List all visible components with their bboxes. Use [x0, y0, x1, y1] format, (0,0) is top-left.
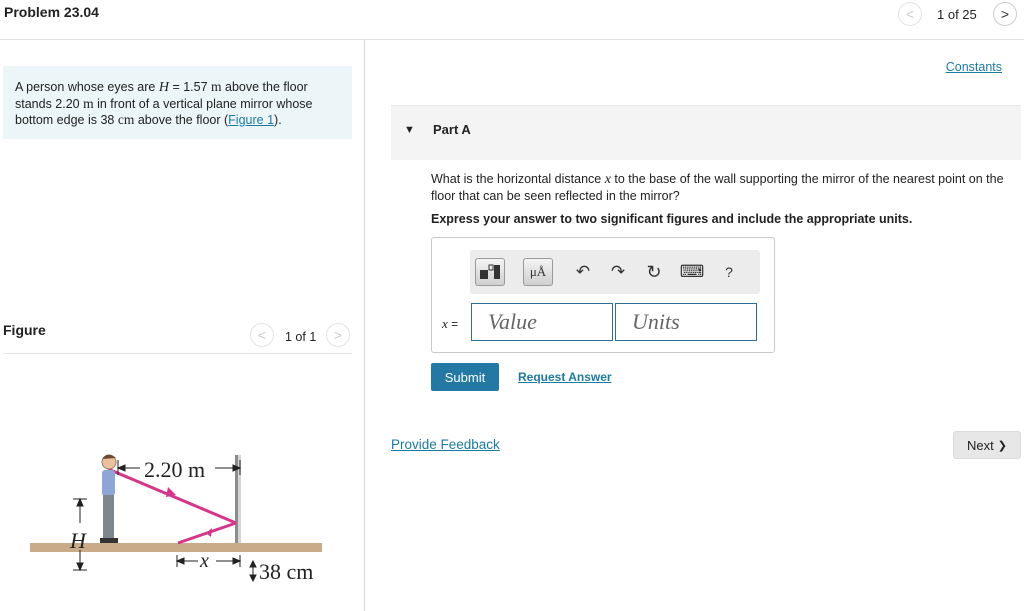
- intro-text-5: above the floor (: [134, 113, 229, 127]
- problem-title: Problem 23.04: [4, 4, 99, 20]
- chevron-right-icon: ❯: [997, 439, 1007, 452]
- template-icon: [480, 264, 500, 279]
- next-button[interactable]: Next ❯: [953, 431, 1021, 459]
- top-header: Problem 23.04 < 1 of 25 >: [0, 0, 1024, 40]
- help-icon[interactable]: ?: [718, 262, 740, 282]
- figure-next-button[interactable]: >: [326, 323, 350, 347]
- intro-unit-cm: cm: [117, 112, 135, 127]
- reset-icon[interactable]: ↻: [643, 262, 665, 282]
- next-label: Next: [967, 437, 994, 453]
- answer-eq: =: [451, 317, 459, 331]
- units-button[interactable]: μÅ: [523, 258, 553, 286]
- figure-link[interactable]: Figure 1: [228, 113, 274, 127]
- intro-unit-m: m: [211, 79, 222, 94]
- ray-arrow-2: [206, 528, 212, 537]
- request-answer-link[interactable]: Request Answer: [518, 370, 612, 384]
- answer-instruction: Express your answer to two significant f…: [431, 212, 913, 226]
- submit-button[interactable]: Submit: [431, 363, 499, 391]
- distance-label: 2.20 m: [144, 457, 205, 482]
- question-text: What is the horizontal distance x to the…: [431, 171, 1023, 204]
- mirror-height-label: 38 cm: [259, 559, 313, 584]
- math-toolbar: μÅ ↶ ↷ ↻ ⌨ ?: [470, 250, 760, 294]
- units-input[interactable]: [615, 303, 757, 341]
- intro-unit-m-2: m: [83, 96, 94, 111]
- keyboard-icon[interactable]: ⌨: [680, 262, 705, 282]
- person: [100, 454, 118, 543]
- template-button[interactable]: [475, 258, 505, 286]
- prev-problem-button[interactable]: <: [898, 2, 922, 26]
- part-title: Part A: [433, 122, 471, 137]
- problem-intro: A person whose eyes are H = 1.57 m above…: [3, 66, 352, 139]
- provide-feedback-link[interactable]: Provide Feedback: [391, 437, 500, 452]
- problem-panel: A person whose eyes are H = 1.57 m above…: [0, 40, 365, 611]
- intro-var-H: H: [158, 80, 169, 95]
- x-label: x: [199, 550, 209, 572]
- figure-prev-button[interactable]: <: [250, 323, 274, 347]
- figure-divider: [3, 353, 352, 354]
- answer-var: x: [442, 316, 448, 331]
- mirror-figure: 2.20 m H 38 cm x: [30, 454, 322, 584]
- question-text-1: What is the horizontal distance: [431, 172, 605, 186]
- intro-text-2: = 1.57: [168, 80, 212, 94]
- answer-variable-label: x =: [442, 316, 458, 332]
- figure-page-count: 1 of 1: [285, 330, 317, 344]
- intro-text-6: ).: [274, 113, 282, 127]
- intro-text-1: A person whose eyes are: [15, 80, 159, 94]
- answer-box: μÅ ↶ ↷ ↻ ⌨ ? x =: [431, 237, 775, 353]
- part-a-header[interactable]: ▼ Part A: [391, 105, 1021, 160]
- collapse-triangle-icon[interactable]: ▼: [404, 124, 415, 136]
- question-panel: Constants ▼ Part A What is the horizonta…: [366, 40, 1024, 611]
- mirror-height-dimension: [249, 559, 257, 583]
- next-problem-button[interactable]: >: [993, 2, 1017, 26]
- undo-icon[interactable]: ↶: [572, 262, 594, 282]
- constants-link[interactable]: Constants: [946, 60, 1002, 74]
- value-input[interactable]: [471, 303, 613, 341]
- figure-heading: Figure: [3, 322, 46, 338]
- height-label: H: [69, 528, 87, 553]
- redo-icon[interactable]: ↷: [607, 262, 629, 282]
- problem-page-count: 1 of 25: [937, 7, 977, 22]
